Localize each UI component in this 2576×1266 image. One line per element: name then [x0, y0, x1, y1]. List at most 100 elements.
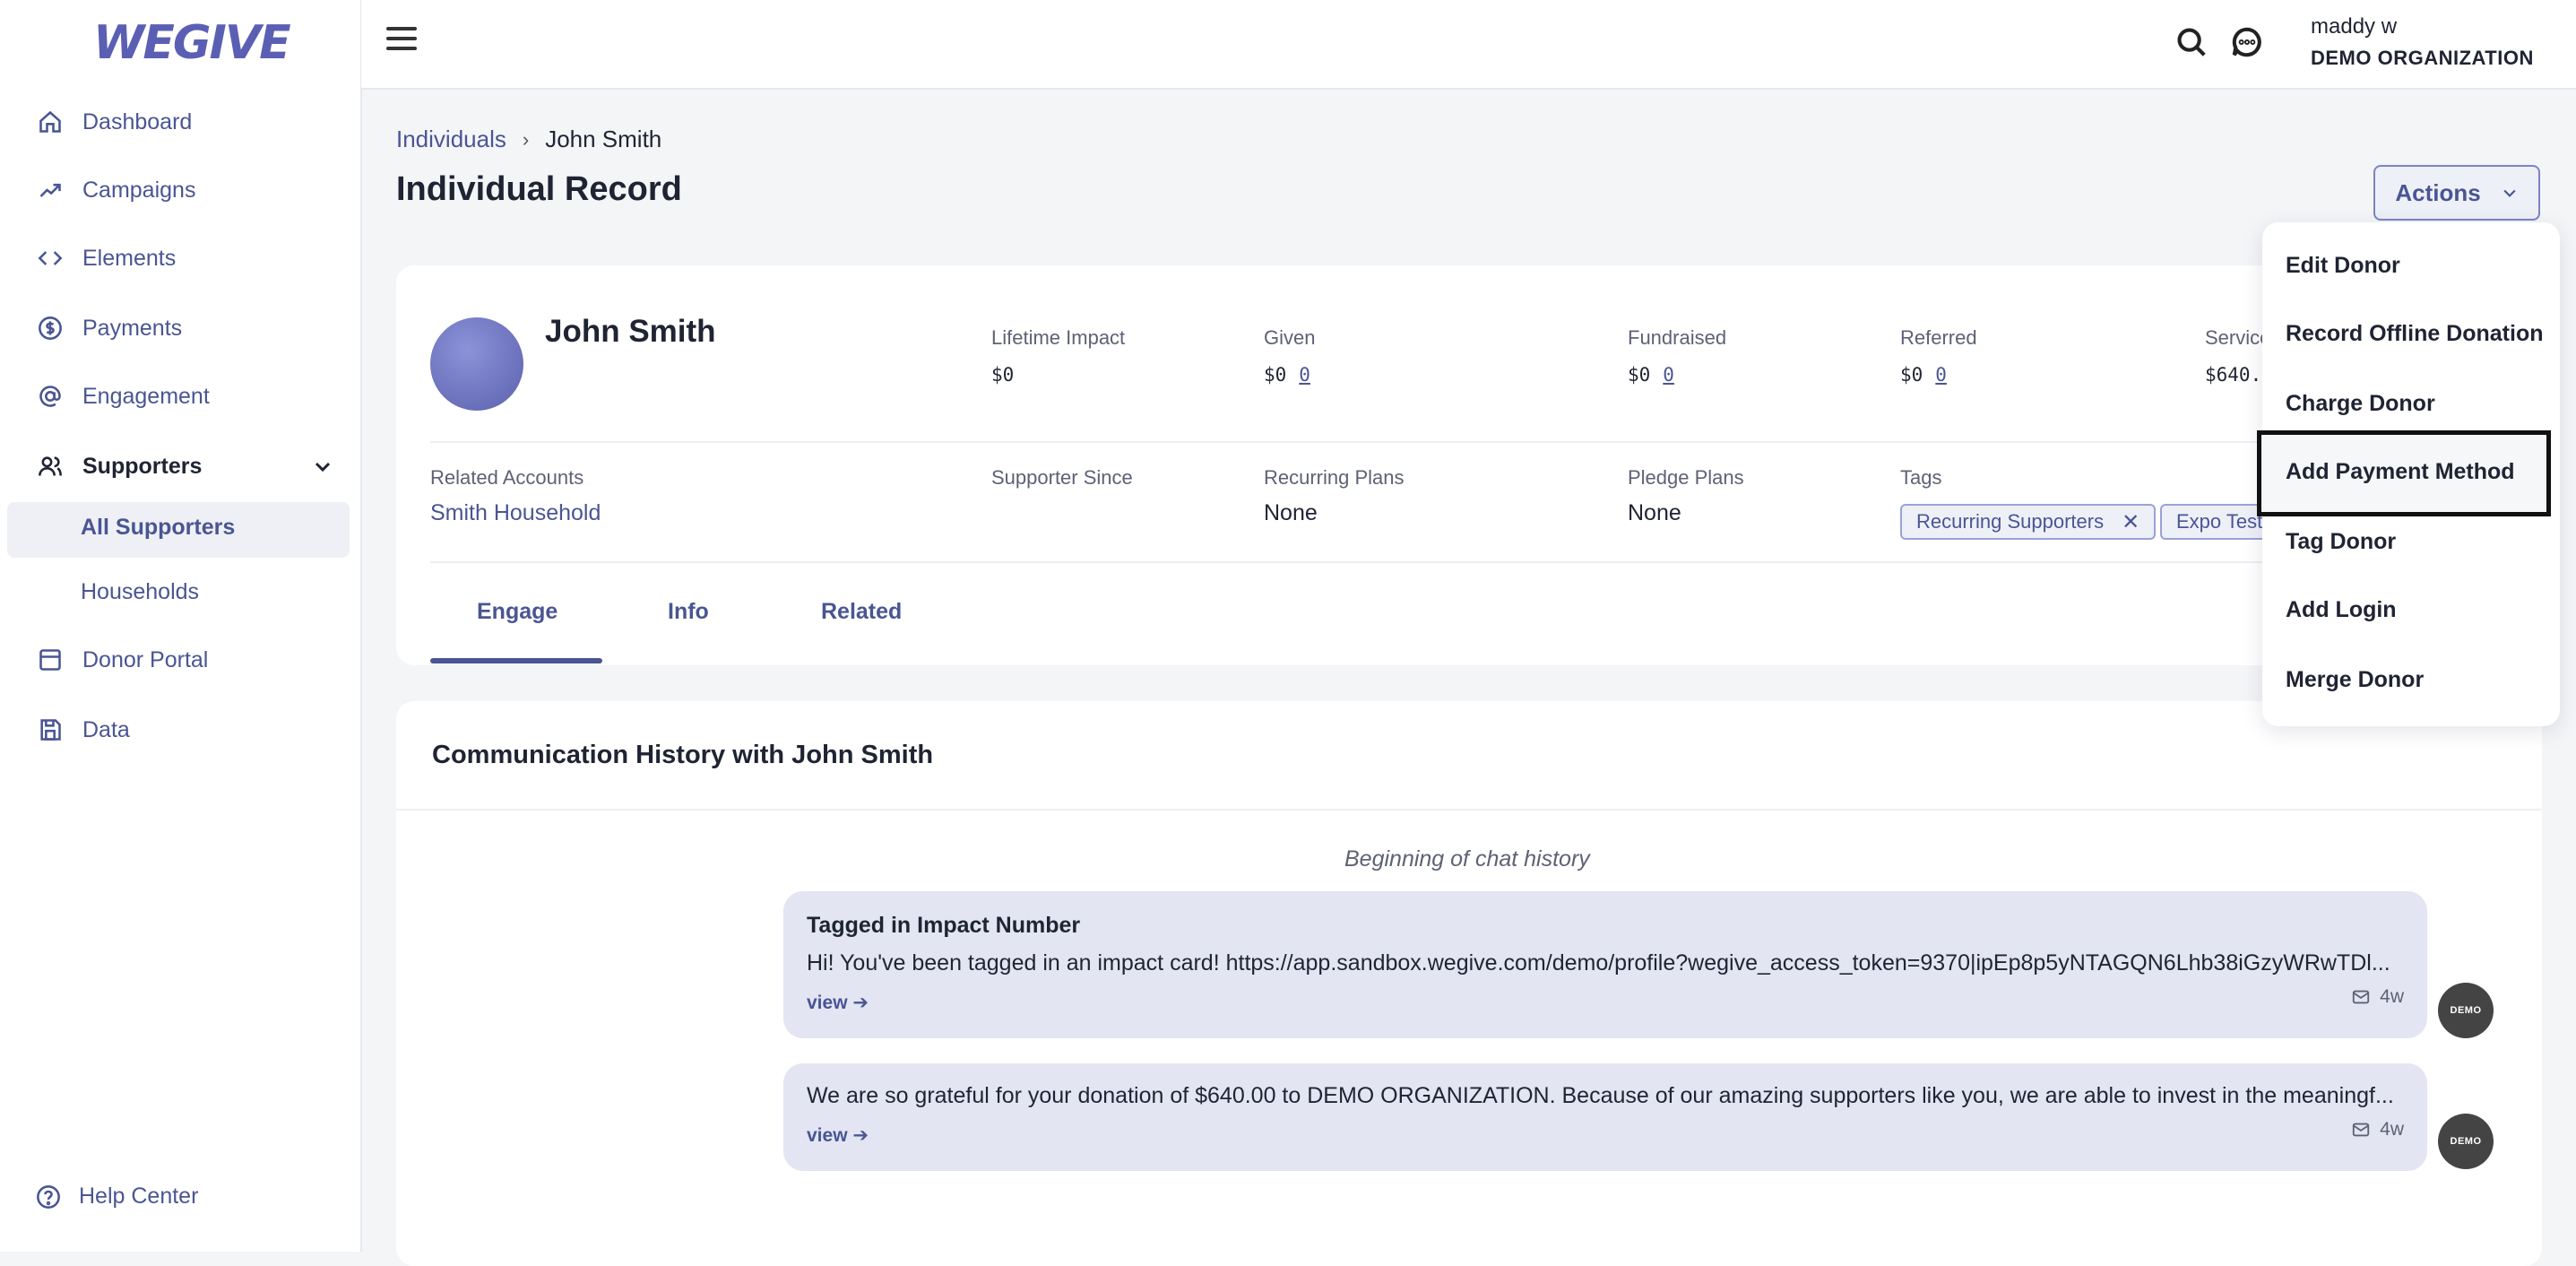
- sidebar-item-supporters[interactable]: Supporters: [36, 441, 202, 491]
- recurring-plans-value: None: [1264, 500, 1318, 525]
- pledge-plans-label: Pledge Plans: [1628, 466, 1744, 489]
- tab-related[interactable]: Related: [821, 599, 902, 625]
- active-tab-indicator: [430, 658, 602, 663]
- chat-history-start-label: Beginning of chat history: [1344, 846, 1590, 871]
- app-root: WEGIVE Dashboard Campaigns Elements Paym…: [0, 0, 2576, 1266]
- chat-icon[interactable]: [2230, 25, 2266, 61]
- tab-engage[interactable]: Engage: [477, 599, 558, 625]
- breadcrumb: Individuals › John Smith: [396, 126, 661, 153]
- code-icon: [36, 244, 65, 273]
- sender-avatar: DEMO: [2438, 1114, 2494, 1169]
- message-view-link[interactable]: view ➔: [807, 992, 869, 1014]
- sidebar-item-data[interactable]: Data: [36, 705, 130, 755]
- stat-value-text: $0: [1264, 364, 1287, 386]
- sidebar-subitem-households[interactable]: Households: [81, 579, 199, 605]
- divider: [430, 561, 2542, 563]
- given-count-link[interactable]: 0: [1299, 364, 1310, 386]
- stat-label-fundraised: Fundraised: [1628, 326, 1727, 349]
- user-name[interactable]: maddy w: [2311, 14, 2397, 39]
- stat-value-fundraised: $0 0: [1628, 364, 1674, 386]
- message-view-link[interactable]: view ➔: [807, 1124, 869, 1147]
- search-icon[interactable]: [2174, 25, 2210, 61]
- actions-button-label: Actions: [2395, 178, 2481, 206]
- sender-avatar: DEMO: [2438, 983, 2494, 1038]
- menu-item-record-offline-donation[interactable]: Record Offline Donation: [2286, 321, 2544, 347]
- sidebar-item-campaigns[interactable]: Campaigns: [36, 165, 195, 215]
- sidebar: WEGIVE Dashboard Campaigns Elements Paym…: [0, 0, 362, 1252]
- actions-button[interactable]: Actions: [2373, 165, 2540, 221]
- chevron-down-icon: [2503, 189, 2516, 197]
- divider: [430, 441, 2542, 443]
- fundraised-count-link[interactable]: 0: [1663, 364, 1674, 386]
- home-icon: [36, 108, 65, 136]
- stat-value-text: $0: [1900, 364, 1923, 386]
- trend-icon: [36, 176, 65, 204]
- stat-value-referred: $0 0: [1900, 364, 1947, 386]
- avatar: [430, 317, 523, 411]
- menu-item-edit-donor[interactable]: Edit Donor: [2286, 253, 2400, 279]
- breadcrumb-individuals-link[interactable]: Individuals: [396, 126, 506, 153]
- message-title: Tagged in Impact Number: [807, 913, 1081, 938]
- tag-chip-expo-test[interactable]: Expo Test: [2160, 504, 2266, 540]
- message-meta: 4w: [2351, 986, 2404, 1008]
- stat-value-text: $0: [1628, 364, 1651, 386]
- stat-label-given: Given: [1264, 326, 1316, 349]
- menu-item-add-login[interactable]: Add Login: [2286, 597, 2397, 623]
- sidebar-item-elements[interactable]: Elements: [36, 233, 176, 283]
- message-age: 4w: [2380, 986, 2404, 1007]
- tag-chip-recurring-supporters[interactable]: Recurring Supporters ✕: [1900, 504, 2157, 540]
- menu-item-merge-donor[interactable]: Merge Donor: [2286, 667, 2424, 693]
- tag-chip-label: Recurring Supporters: [1916, 510, 2105, 533]
- help-center-label: Help Center: [79, 1184, 199, 1209]
- stat-label-referred: Referred: [1900, 326, 1977, 349]
- page-title: Individual Record: [396, 170, 682, 208]
- divider: [396, 809, 2542, 811]
- stat-value-text: $640.: [2205, 364, 2262, 386]
- breadcrumb-current: John Smith: [545, 126, 662, 152]
- tags-label: Tags: [1900, 466, 1942, 489]
- message-bubble[interactable]: We are so grateful for your donation of …: [783, 1063, 2427, 1171]
- dollar-icon: [36, 314, 65, 343]
- mail-icon: [2352, 1123, 2370, 1137]
- at-icon: [36, 382, 65, 411]
- menu-item-add-payment-method[interactable]: Add Payment Method: [2286, 459, 2515, 485]
- message-meta: 4w: [2351, 1119, 2404, 1140]
- tag-chip-label: Expo Test: [2176, 510, 2263, 533]
- donor-profile-card: [396, 265, 2542, 665]
- sidebar-item-engagement[interactable]: Engagement: [36, 371, 210, 421]
- stat-value-text: $0: [991, 364, 1015, 386]
- mail-icon: [2352, 990, 2370, 1004]
- help-center-link[interactable]: Help Center: [36, 1184, 198, 1210]
- sidebar-item-dashboard[interactable]: Dashboard: [36, 97, 192, 147]
- tab-info[interactable]: Info: [668, 599, 709, 625]
- breadcrumb-separator: ›: [522, 127, 530, 151]
- sidebar-item-label: Elements: [82, 245, 177, 271]
- supporter-since-label: Supporter Since: [991, 466, 1133, 489]
- sidebar-item-donor-portal[interactable]: Donor Portal: [36, 635, 208, 685]
- sidebar-subitem-all-supporters[interactable]: All Supporters: [81, 515, 235, 541]
- related-accounts-label: Related Accounts: [430, 466, 584, 489]
- menu-item-charge-donor[interactable]: Charge Donor: [2286, 391, 2435, 417]
- organization-name[interactable]: DEMO ORGANIZATION: [2311, 47, 2534, 70]
- sidebar-item-label: Dashboard: [82, 108, 193, 134]
- users-icon: [36, 452, 65, 481]
- referred-count-link[interactable]: 0: [1935, 364, 1947, 386]
- sidebar-item-label: Engagement: [82, 383, 210, 409]
- chevron-down-icon[interactable]: [312, 455, 333, 477]
- communication-history-title: Communication History with John Smith: [432, 741, 934, 769]
- sidebar-item-label: Supporters: [82, 453, 203, 479]
- sidebar-item-payments[interactable]: Payments: [36, 303, 182, 353]
- message-text: We are so grateful for your donation of …: [807, 1083, 2394, 1108]
- close-icon[interactable]: ✕: [2122, 509, 2139, 535]
- wegive-logo[interactable]: WEGIVE: [93, 16, 291, 70]
- menu-item-tag-donor[interactable]: Tag Donor: [2286, 529, 2396, 555]
- related-account-link[interactable]: Smith Household: [430, 500, 601, 526]
- pledge-plans-value: None: [1628, 500, 1681, 525]
- sidebar-item-label: Campaigns: [82, 177, 196, 203]
- message-bubble[interactable]: Tagged in Impact Number Hi! You've been …: [783, 891, 2427, 1038]
- sidebar-item-label: Data: [82, 716, 130, 742]
- stat-value-service: $640.: [2205, 364, 2261, 386]
- message-text: Hi! You've been tagged in an impact card…: [807, 950, 2390, 976]
- portal-icon: [36, 646, 65, 674]
- menu-icon[interactable]: [386, 27, 417, 54]
